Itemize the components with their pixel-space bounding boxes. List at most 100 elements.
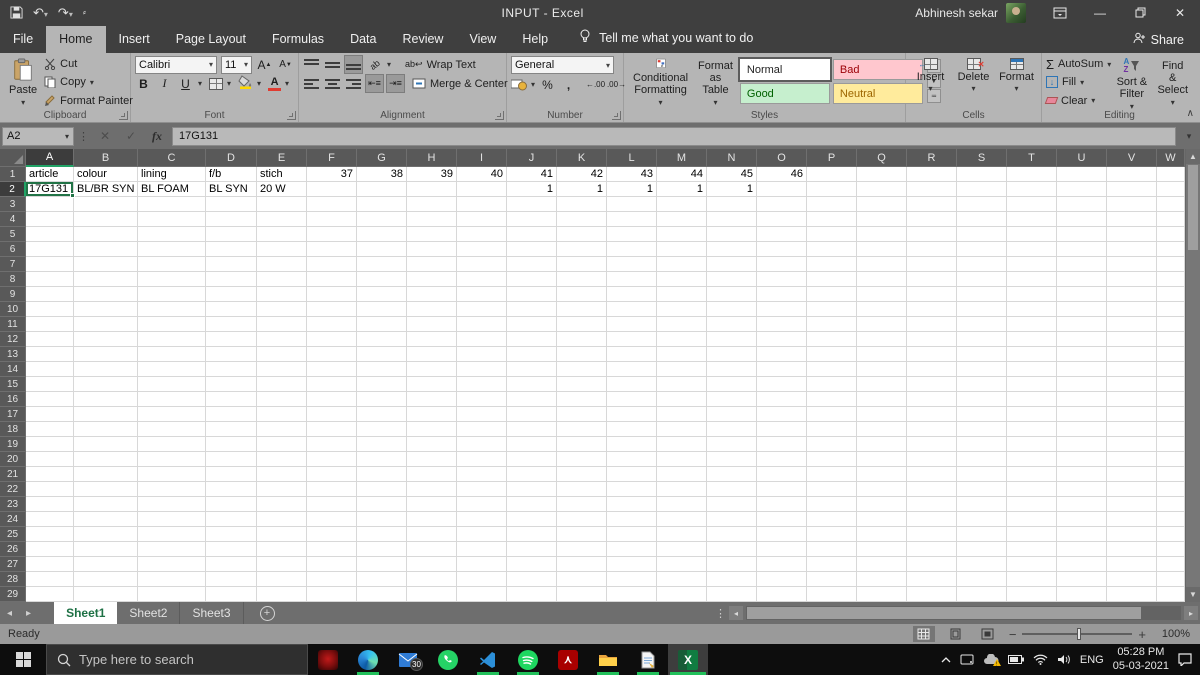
- cell-W10[interactable]: [1157, 302, 1185, 317]
- row-header-19[interactable]: 19: [0, 437, 26, 452]
- format-cells-button[interactable]: Format ▾: [996, 56, 1037, 109]
- find-select-button[interactable]: Find & Select ▾: [1152, 56, 1193, 109]
- row-header-3[interactable]: 3: [0, 197, 26, 212]
- cell-O6[interactable]: [757, 242, 807, 257]
- cell-H14[interactable]: [407, 362, 457, 377]
- cell-P5[interactable]: [807, 227, 857, 242]
- cell-P2[interactable]: [807, 182, 857, 197]
- borders-icon[interactable]: [209, 77, 224, 90]
- cell-O12[interactable]: [757, 332, 807, 347]
- cell-B29[interactable]: [74, 587, 138, 602]
- horizontal-scrollbar[interactable]: [746, 606, 1181, 620]
- vertical-scroll-thumb[interactable]: [1188, 165, 1198, 250]
- cell-B19[interactable]: [74, 437, 138, 452]
- cell-H21[interactable]: [407, 467, 457, 482]
- cell-N23[interactable]: [707, 497, 757, 512]
- cell-O11[interactable]: [757, 317, 807, 332]
- cell-D19[interactable]: [206, 437, 257, 452]
- cell-O22[interactable]: [757, 482, 807, 497]
- cell-I26[interactable]: [457, 542, 507, 557]
- cell-U5[interactable]: [1057, 227, 1107, 242]
- cell-C26[interactable]: [138, 542, 206, 557]
- cell-B15[interactable]: [74, 377, 138, 392]
- number-dialog-launcher[interactable]: [612, 111, 621, 120]
- column-header-R[interactable]: R: [907, 149, 957, 167]
- cell-R8[interactable]: [907, 272, 957, 287]
- cell-W17[interactable]: [1157, 407, 1185, 422]
- cell-G19[interactable]: [357, 437, 407, 452]
- new-sheet-button[interactable]: +: [259, 605, 275, 621]
- cell-N20[interactable]: [707, 452, 757, 467]
- column-header-E[interactable]: E: [257, 149, 307, 167]
- cell-D21[interactable]: [206, 467, 257, 482]
- cell-W9[interactable]: [1157, 287, 1185, 302]
- column-header-J[interactable]: J: [507, 149, 557, 167]
- cell-K18[interactable]: [557, 422, 607, 437]
- cell-V25[interactable]: [1107, 527, 1157, 542]
- cell-P29[interactable]: [807, 587, 857, 602]
- cell-F6[interactable]: [307, 242, 357, 257]
- cell-B8[interactable]: [74, 272, 138, 287]
- underline-button[interactable]: U: [177, 75, 194, 92]
- customize-qat-icon[interactable]: ⸗: [83, 8, 86, 17]
- cell-G24[interactable]: [357, 512, 407, 527]
- cell-B14[interactable]: [74, 362, 138, 377]
- clipboard-dialog-launcher[interactable]: [119, 111, 128, 120]
- cell-D15[interactable]: [206, 377, 257, 392]
- cell-D20[interactable]: [206, 452, 257, 467]
- cell-W23[interactable]: [1157, 497, 1185, 512]
- row-header-20[interactable]: 20: [0, 452, 26, 467]
- cell-O17[interactable]: [757, 407, 807, 422]
- cell-P4[interactable]: [807, 212, 857, 227]
- column-header-S[interactable]: S: [957, 149, 1007, 167]
- cell-K5[interactable]: [557, 227, 607, 242]
- scroll-up-icon[interactable]: ▲: [1186, 149, 1200, 164]
- cell-W29[interactable]: [1157, 587, 1185, 602]
- cell-V6[interactable]: [1107, 242, 1157, 257]
- sheet-nav-left-icon[interactable]: ◂: [0, 608, 19, 619]
- cell-A28[interactable]: [26, 572, 74, 587]
- cell-L16[interactable]: [607, 392, 657, 407]
- clock[interactable]: 05:28 PM 05-03-2021: [1113, 646, 1169, 674]
- taskbar-app-vscode[interactable]: [468, 644, 508, 675]
- cell-L12[interactable]: [607, 332, 657, 347]
- zoom-out-icon[interactable]: −: [1009, 627, 1017, 642]
- cell-N22[interactable]: [707, 482, 757, 497]
- row-header-23[interactable]: 23: [0, 497, 26, 512]
- cell-P1[interactable]: [807, 167, 857, 182]
- cell-O15[interactable]: [757, 377, 807, 392]
- decrease-decimal-icon[interactable]: .00→: [607, 76, 626, 93]
- cell-O19[interactable]: [757, 437, 807, 452]
- cell-V18[interactable]: [1107, 422, 1157, 437]
- cell-N19[interactable]: [707, 437, 757, 452]
- cell-C14[interactable]: [138, 362, 206, 377]
- cell-E19[interactable]: [257, 437, 307, 452]
- row-header-9[interactable]: 9: [0, 287, 26, 302]
- style-normal[interactable]: Normal: [737, 57, 832, 82]
- cell-J4[interactable]: [507, 212, 557, 227]
- cell-A24[interactable]: [26, 512, 74, 527]
- scroll-left-icon[interactable]: ◂: [729, 606, 743, 620]
- column-header-M[interactable]: M: [657, 149, 707, 167]
- cell-P8[interactable]: [807, 272, 857, 287]
- cell-G29[interactable]: [357, 587, 407, 602]
- cell-S1[interactable]: [957, 167, 1007, 182]
- cell-P13[interactable]: [807, 347, 857, 362]
- cell-N18[interactable]: [707, 422, 757, 437]
- cell-H25[interactable]: [407, 527, 457, 542]
- copy-button[interactable]: Copy ▾: [44, 74, 133, 90]
- cell-E21[interactable]: [257, 467, 307, 482]
- cell-F24[interactable]: [307, 512, 357, 527]
- cell-R18[interactable]: [907, 422, 957, 437]
- cell-C20[interactable]: [138, 452, 206, 467]
- row-header-22[interactable]: 22: [0, 482, 26, 497]
- cell-I25[interactable]: [457, 527, 507, 542]
- cell-M24[interactable]: [657, 512, 707, 527]
- cell-P14[interactable]: [807, 362, 857, 377]
- cell-O1[interactable]: 46: [757, 167, 807, 182]
- cell-O5[interactable]: [757, 227, 807, 242]
- bold-button[interactable]: B: [135, 75, 152, 92]
- cell-T14[interactable]: [1007, 362, 1057, 377]
- tab-file[interactable]: File: [0, 26, 46, 53]
- cell-U25[interactable]: [1057, 527, 1107, 542]
